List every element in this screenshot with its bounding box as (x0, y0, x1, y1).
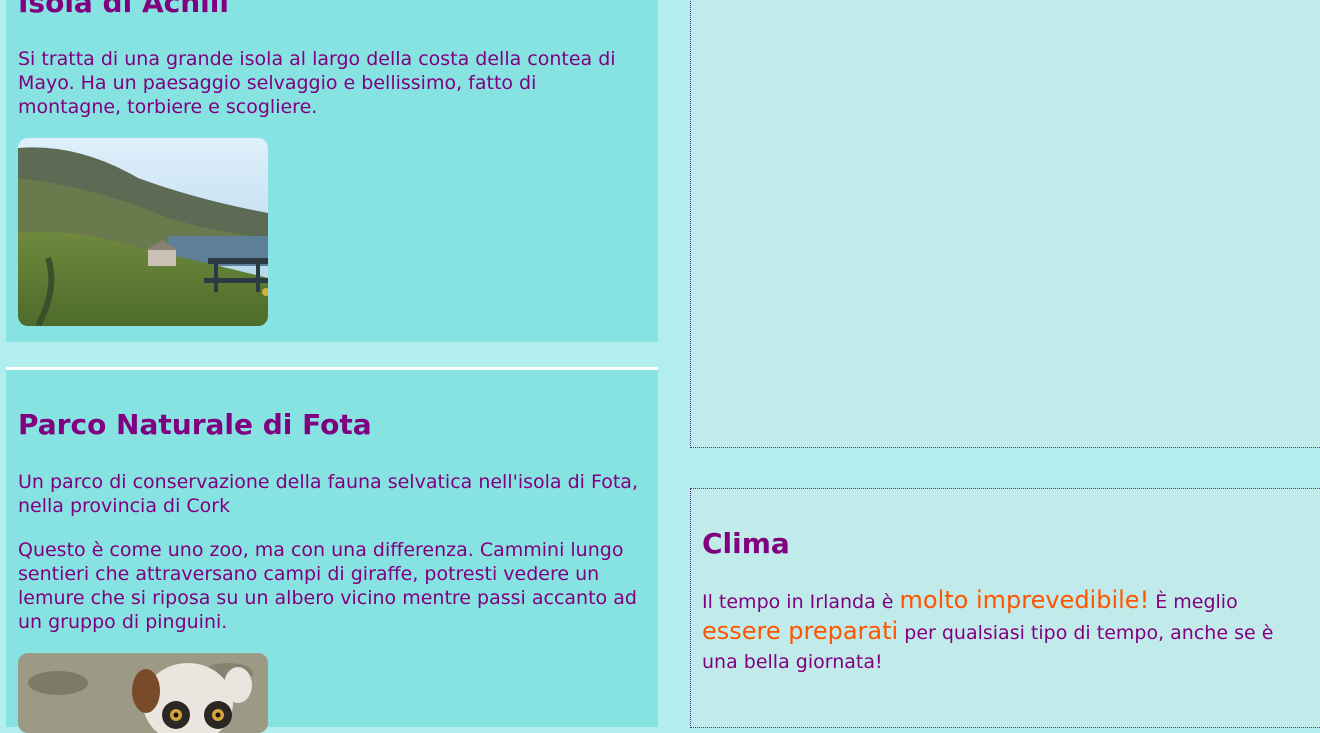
clima-highlight: molto imprevedibile! (899, 586, 1150, 614)
clima-title: Clima (702, 527, 790, 560)
section-description: Un parco di conservazione della fauna se… (18, 471, 638, 517)
achill-photo (18, 138, 268, 326)
clima-box: Clima Il tempo in Irlanda è molto imprev… (690, 488, 1320, 728)
sidebar-box (690, 0, 1320, 448)
clima-text-part: È meglio (1149, 591, 1238, 613)
section-title: Parco Naturale di Fota (18, 408, 372, 441)
section-achill: Isola di Achill Si tratta di una grande … (6, 0, 658, 342)
clima-highlight: essere preparati (702, 617, 899, 645)
section-description: Questo è come uno zoo, ma con una differ… (18, 539, 637, 633)
section-fota: Parco Naturale di Fota Un parco di conse… (6, 367, 658, 733)
clima-text-part: Il tempo in Irlanda è (702, 591, 900, 613)
clima-text: Il tempo in Irlanda è molto imprevedibil… (702, 586, 1307, 677)
lemur-photo (18, 653, 268, 733)
section-title: Isola di Achill (18, 0, 229, 19)
section-description: Si tratta di una grande isola al largo d… (18, 48, 616, 118)
